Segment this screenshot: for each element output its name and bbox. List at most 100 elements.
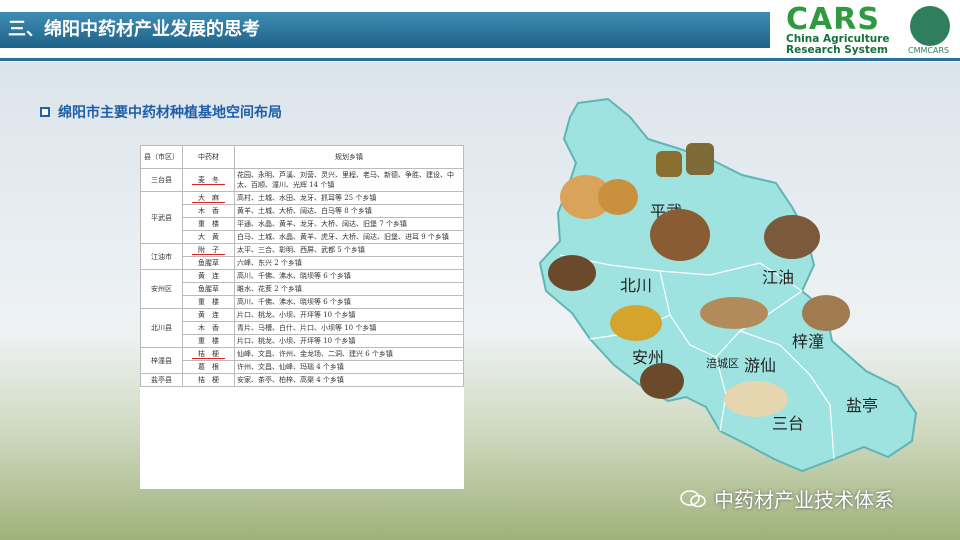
table-row: 梓潼县桔 梗仙峰、文昌、许州、金龙场、二洞、建兴 6 个乡镇 — [140, 347, 464, 374]
herb-cell: 附 子 — [182, 243, 235, 257]
towns-cell: 高川、千佛、沸水、晓坝等 6 个乡镇 — [234, 269, 464, 283]
herb-photo-gegen — [724, 381, 788, 417]
herb-photo-jiegeng — [802, 295, 850, 331]
herb-photo-huanglian — [548, 255, 596, 291]
county-cell: 北川县 — [140, 308, 183, 348]
watermark-text: 中药材产业技术体系 — [714, 488, 894, 512]
cmmcars-logo-text: CMMCARS — [908, 46, 950, 55]
herb-photo-chonglou — [700, 297, 768, 329]
herb-cell: 重 楼 — [182, 217, 235, 231]
herb-cell: 大 黄 — [182, 230, 235, 244]
herb-name: 大 黄 — [198, 233, 219, 241]
herb-cell: 桔 梗 — [182, 373, 235, 387]
section-heading: 绵阳市主要中药材种植基地空间布局 — [40, 102, 282, 122]
herb-name: 葛 根 — [198, 363, 219, 371]
table-row: 木 香 黄羊、土城、大桥、阔达、白马等 8 个乡镇 — [141, 204, 464, 218]
herb-name: 重 楼 — [198, 298, 219, 306]
table-body: 三台县麦 冬花园、永明、芦溪、刘营、灵兴、里程、老马、新德、争胜、建设、中太、百… — [140, 168, 464, 387]
map-label-jiangyou: 江油 — [762, 268, 794, 287]
herb-cell: 鱼腥草 — [182, 256, 235, 270]
table-row: 木 香 青片、马槽、白什、片口、小坝等 10 个乡镇 — [141, 321, 464, 335]
header: 三、绵阳中药材产业发展的思考 CARS China Agriculture Re… — [0, 0, 960, 62]
herb-name: 木 香 — [198, 207, 219, 215]
col-header-county: 县（市区） — [140, 145, 183, 169]
map-label-yanting: 盐亭 — [846, 396, 878, 415]
towns-cell: 高村、土城、水田、龙牙、抓耳等 25 个乡镇 — [234, 191, 464, 205]
cmmcars-logo-icon — [910, 6, 950, 46]
table-row: 平武县大 麻高村、土城、水田、龙牙、抓耳等 25 个乡镇 — [140, 191, 464, 244]
herb-cell: 葛 根 — [182, 360, 235, 374]
towns-cell: 许州、文昌、仙峰、玛瑙 4 个乡镇 — [234, 360, 464, 374]
herb-photo-yuxingcao — [610, 305, 662, 341]
herb-cell: 大 麻 — [182, 191, 235, 205]
table-row: 北川县黄 连片口、桃龙、小坝、开坪等 10 个乡镇 — [140, 308, 464, 348]
herb-cell: 黄 连 — [182, 269, 235, 283]
wechat-icon — [680, 489, 706, 507]
herb-name: 大 麻 — [192, 194, 225, 203]
herb-name: 重 楼 — [198, 337, 219, 345]
map-label-youxian: 游仙 — [744, 356, 776, 375]
herb-name: 桔 梗 — [198, 376, 219, 384]
col-header-towns: 规划乡镇 — [234, 145, 464, 169]
county-cell: 安州区 — [140, 269, 183, 309]
herb-photo-rhubarb-2 — [686, 143, 714, 175]
herb-cell: 桔 梗 — [182, 347, 235, 361]
herb-name: 黄 连 — [198, 311, 219, 319]
towns-cell: 雎水、花荄 2 个乡镇 — [234, 282, 464, 296]
towns-cell: 青片、马槽、白什、片口、小坝等 10 个乡镇 — [234, 321, 464, 335]
table-row: 鱼腥草 雎水、花荄 2 个乡镇 — [141, 282, 464, 296]
herb-name: 黄 连 — [198, 272, 219, 280]
bullet-square-icon — [40, 107, 50, 117]
table-row: 大 黄 白马、土城、水晶、黄羊、虎牙、大桥、阔达、旧堡、进耳 9 个乡镇 — [141, 230, 464, 244]
towns-cell: 白马、土城、水晶、黄羊、虎牙、大桥、阔达、旧堡、进耳 9 个乡镇 — [234, 230, 464, 244]
herb-photo-rhubarb — [656, 151, 682, 177]
table-row: 重 楼 片口、桃龙、小坝、开坪等 10 个乡镇 — [141, 334, 464, 348]
map-label-zitong: 梓潼 — [792, 332, 824, 351]
logo-text-line2: Research System — [786, 44, 888, 56]
table: 县（市区） 中药材 规划乡镇 三台县麦 冬花园、永明、芦溪、刘营、灵兴、里程、老… — [140, 145, 464, 387]
towns-cell: 片口、桃龙、小坝、开坪等 10 个乡镇 — [234, 334, 464, 348]
table-row: 安州区黄 连高川、千佛、沸水、晓坝等 6 个乡镇 — [140, 269, 464, 309]
table-row: 重 楼 平通、水晶、黄羊、龙牙、大桥、阔达、旧堡 7 个乡镇 — [141, 217, 464, 231]
towns-cell: 平通、水晶、黄羊、龙牙、大桥、阔达、旧堡 7 个乡镇 — [234, 217, 464, 231]
table-row: 盐亭县 桔 梗 安家、茶亭、柏梓、高渠 4 个乡镇 — [140, 373, 464, 387]
section-title: 绵阳市主要中药材种植基地空间布局 — [58, 105, 282, 121]
herb-cell: 麦 冬 — [182, 168, 235, 192]
watermark: 中药材产业技术体系 — [680, 484, 894, 513]
table-header-row: 县（市区） 中药材 规划乡镇 — [140, 145, 464, 169]
page-title: 三、绵阳中药材产业发展的思考 — [8, 19, 260, 40]
herb-name: 重 楼 — [198, 220, 219, 228]
title-bar: 三、绵阳中药材产业发展的思考 — [0, 12, 770, 48]
header-divider — [0, 58, 960, 61]
cars-logo: CARS — [786, 2, 880, 37]
towns-cell: 花园、永明、芦溪、刘营、灵兴、里程、老马、新德、争胜、建设、中太、百顺、潼川、光… — [234, 168, 464, 192]
logo-area: CARS China Agriculture Research System C… — [772, 2, 958, 58]
towns-cell: 高川、千佛、沸水、晓坝等 6 个乡镇 — [234, 295, 464, 309]
herb-cell: 重 楼 — [182, 295, 235, 309]
herb-photo-huanglian-2 — [640, 363, 684, 399]
mianyang-map: 平武 江油 北川 梓潼 安州 涪城区 游仙 三台 盐亭 — [538, 97, 918, 473]
county-cell: 平武县 — [140, 191, 183, 244]
herb-cell: 鱼腥草 — [182, 282, 235, 296]
towns-cell: 安家、茶亭、柏梓、高渠 4 个乡镇 — [234, 373, 464, 387]
county-cell: 梓潼县 — [140, 347, 183, 374]
table-row: 三台县麦 冬花园、永明、芦溪、刘营、灵兴、里程、老马、新德、争胜、建设、中太、百… — [140, 168, 464, 192]
towns-cell: 仙峰、文昌、许州、金龙场、二洞、建兴 6 个乡镇 — [234, 347, 464, 361]
county-cell: 三台县 — [140, 168, 183, 192]
table-row: 重 楼 高川、千佛、沸水、晓坝等 6 个乡镇 — [141, 295, 464, 309]
towns-cell: 太平、三合、彰明、西屏、武都 5 个乡镇 — [234, 243, 464, 257]
herb-cell: 木 香 — [182, 321, 235, 335]
herb-name: 麦 冬 — [192, 176, 225, 185]
herb-name: 桔 梗 — [192, 350, 225, 359]
herb-photo-fuzi — [764, 215, 820, 259]
table-row: 鱼腥草 六峰、东兴 2 个乡镇 — [141, 256, 464, 270]
towns-cell: 片口、桃龙、小坝、开坪等 10 个乡镇 — [234, 308, 464, 322]
county-cell: 江油市 — [140, 243, 183, 270]
herb-name: 附 子 — [192, 246, 225, 255]
towns-cell: 黄羊、土城、大桥、阔达、白马等 8 个乡镇 — [234, 204, 464, 218]
herb-cell: 黄 连 — [182, 308, 235, 322]
col-header-herb: 中药材 — [182, 145, 235, 169]
table-row: 葛 根 许州、文昌、仙峰、玛瑙 4 个乡镇 — [141, 360, 464, 374]
towns-cell: 六峰、东兴 2 个乡镇 — [234, 256, 464, 270]
herb-name: 木 香 — [198, 324, 219, 332]
